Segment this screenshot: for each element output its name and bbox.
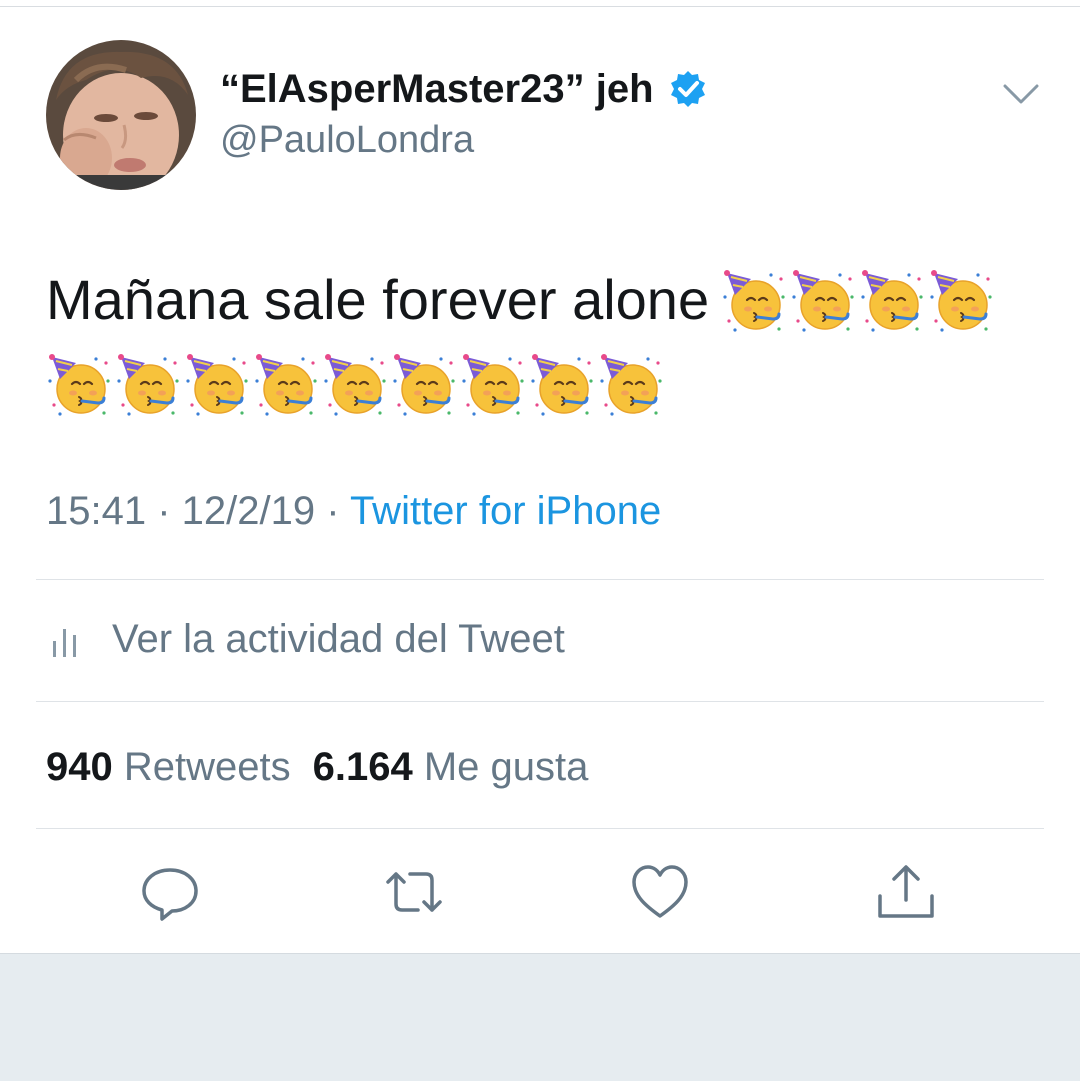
divider <box>36 579 1044 580</box>
tweet-activity-button[interactable]: Ver la actividad del Tweet <box>50 612 565 666</box>
verified-badge-icon <box>668 69 708 109</box>
partying-face-emoji <box>186 354 248 416</box>
background-below-card <box>0 953 1080 1081</box>
partying-face-emoji <box>48 354 110 416</box>
likes-count: 6.164 <box>312 745 413 789</box>
tweet-card: “ElAsperMaster23” jeh @PauloLondra Mañan… <box>0 0 1080 953</box>
partying-face-emoji <box>324 354 386 416</box>
avatar-photo <box>46 40 196 190</box>
likes-stat[interactable]: 6.164 Me gusta <box>313 745 589 789</box>
tweet-date: 12/2/19 <box>181 489 316 533</box>
divider <box>36 701 1044 702</box>
chevron-down-icon[interactable] <box>1000 78 1042 110</box>
partying-face-emoji <box>117 354 179 416</box>
retweets-count: 940 <box>46 745 113 789</box>
tweet-text: Mañana sale forever alone <box>46 258 1046 426</box>
reply-icon[interactable] <box>140 862 200 922</box>
divider <box>36 828 1044 829</box>
tweet-activity-label: Ver la actividad del Tweet <box>112 616 565 661</box>
partying-face-emoji <box>393 354 455 416</box>
partying-face-emoji <box>861 270 923 332</box>
partying-face-emoji <box>531 354 593 416</box>
partying-face-emoji <box>462 354 524 416</box>
partying-face-emoji <box>600 354 662 416</box>
display-name[interactable]: “ElAsperMaster23” jeh <box>220 62 708 116</box>
retweets-stat[interactable]: 940 Retweets <box>46 745 291 789</box>
avatar[interactable] <box>46 40 196 190</box>
analytics-bars-icon <box>53 629 76 657</box>
partying-face-emoji <box>930 270 992 332</box>
partying-face-emoji <box>255 354 317 416</box>
user-handle[interactable]: @PauloLondra <box>220 116 474 164</box>
like-icon[interactable] <box>630 862 690 922</box>
share-icon[interactable] <box>876 862 936 922</box>
meta-separator: · <box>315 489 350 533</box>
tweet-text-content: Mañana sale forever alone <box>46 268 710 331</box>
tweet-source-link[interactable]: Twitter for iPhone <box>350 489 661 533</box>
tweet-meta: 15:41 · 12/2/19 · Twitter for iPhone <box>46 484 661 538</box>
tweet-stats: 940 Retweets 6.164 Me gusta <box>46 740 588 794</box>
partying-face-emoji <box>792 270 854 332</box>
meta-separator: · <box>146 489 182 533</box>
retweet-icon[interactable] <box>384 862 444 922</box>
partying-face-emoji <box>723 270 785 332</box>
tweet-time: 15:41 <box>46 489 147 533</box>
top-divider <box>0 6 1080 7</box>
retweets-label: Retweets <box>123 745 291 789</box>
likes-label: Me gusta <box>423 745 589 789</box>
tweet-line-2 <box>46 342 1046 426</box>
tweet-line-1: Mañana sale forever alone <box>46 258 1046 342</box>
display-name-text: “ElAsperMaster23” jeh <box>220 67 654 111</box>
